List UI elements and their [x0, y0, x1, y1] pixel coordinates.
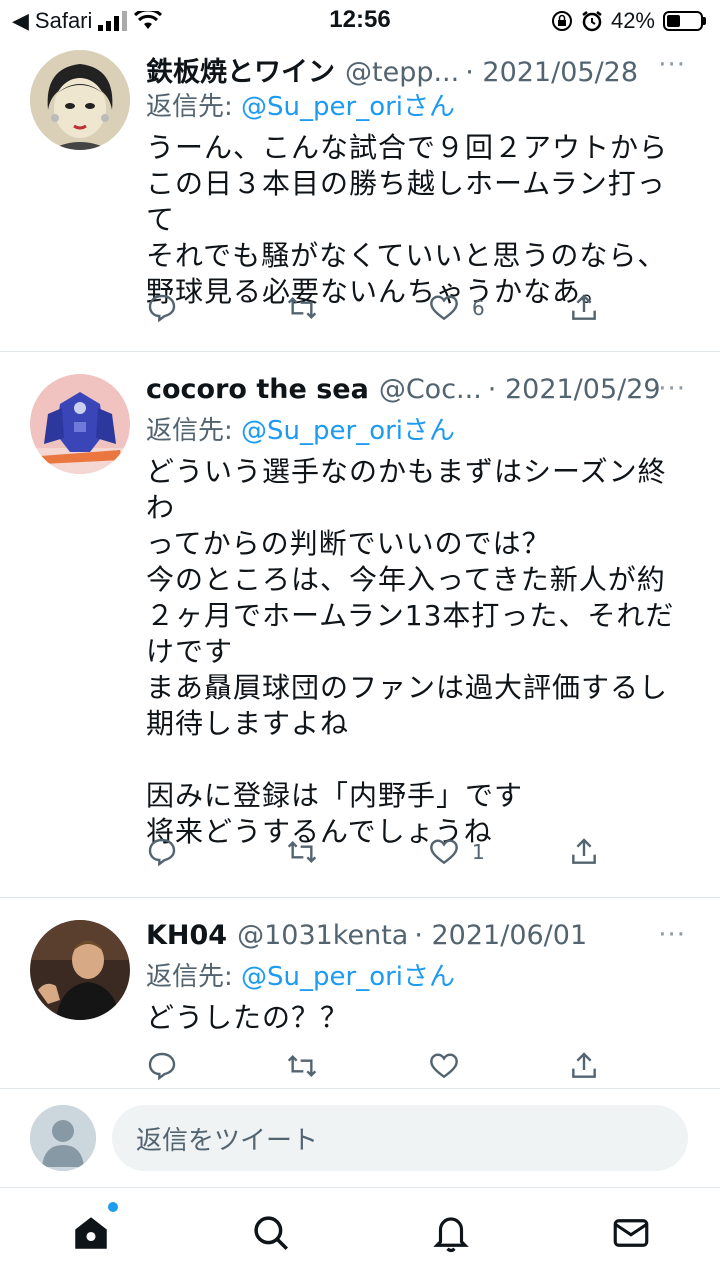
- reply-button[interactable]: [146, 836, 178, 868]
- tweet-date[interactable]: · 2021/05/28: [465, 57, 638, 88]
- reply-mention-link[interactable]: @Su_per_oriさん: [241, 92, 455, 122]
- status-bar: ◀ Safari 12:56 42%: [0, 0, 720, 40]
- reply-prefix: 返信先:: [146, 416, 242, 446]
- reply-mention-link[interactable]: @Su_per_oriさん: [241, 962, 455, 992]
- more-options-button[interactable]: ···: [658, 374, 686, 404]
- reply-icon: [148, 838, 176, 867]
- user-avatar[interactable]: [30, 1105, 96, 1171]
- author-name[interactable]: cocoro the sea: [146, 374, 369, 405]
- tab-search[interactable]: [246, 1208, 296, 1258]
- retweet-button[interactable]: [286, 1050, 318, 1082]
- more-options-button[interactable]: ···: [658, 920, 686, 950]
- battery-percent: 42%: [610, 8, 655, 33]
- heart-icon: [430, 295, 458, 321]
- share-button[interactable]: [568, 292, 600, 324]
- like-button[interactable]: [428, 1050, 472, 1082]
- reply-context: 返信先: @Su_per_oriさん: [146, 956, 455, 993]
- tweet[interactable]: KH04 @1031kenta · 2021/06/01 ··· 返信先: @S…: [0, 898, 720, 1088]
- avatar[interactable]: [30, 920, 130, 1020]
- heart-icon: [430, 839, 458, 865]
- like-count: 1: [472, 840, 485, 864]
- author-handle[interactable]: @Coc...: [379, 374, 482, 405]
- tweet-text: どうしたの？？: [146, 1001, 350, 1034]
- reply-icon: [148, 1052, 176, 1081]
- home-icon: [75, 1217, 107, 1249]
- reply-prefix: 返信先:: [146, 92, 242, 122]
- retweet-button[interactable]: [286, 836, 318, 868]
- author-name[interactable]: 鉄板焼とワイン: [146, 50, 335, 89]
- share-icon: [572, 1052, 596, 1078]
- like-button[interactable]: 1: [428, 836, 485, 868]
- reply-input[interactable]: 返信をツイート: [112, 1105, 688, 1171]
- heart-icon: [430, 1053, 458, 1079]
- robot-figure-avatar: [30, 374, 130, 474]
- author-handle[interactable]: @1031kenta: [237, 920, 408, 951]
- share-button[interactable]: [568, 1050, 600, 1082]
- tweet-date[interactable]: · 2021/05/29: [488, 374, 661, 405]
- reply-context: 返信先: @Su_per_oriさん: [146, 86, 455, 123]
- reply-prefix: 返信先:: [146, 962, 242, 992]
- like-button[interactable]: 6: [428, 292, 485, 324]
- avatar[interactable]: [30, 50, 130, 150]
- share-icon: [572, 294, 596, 320]
- reply-icon: [148, 294, 176, 323]
- tweet-text: うーん、こんな試合で９回２アウトから この日３本目の勝ち越しホームラン打って そ…: [146, 131, 669, 308]
- share-icon: [572, 838, 596, 864]
- retweet-icon: [287, 296, 317, 320]
- retweet-icon: [287, 840, 317, 864]
- retweet-icon: [287, 1054, 317, 1078]
- battery-icon: [663, 11, 703, 31]
- reply-composer: 返信をツイート: [0, 1088, 720, 1188]
- tweet-text: どういう選手なのかもまずはシーズン終わ ってからの判断でいいのでは？ 今のところ…: [146, 455, 675, 848]
- alarm-icon: [582, 11, 602, 32]
- tweet[interactable]: 鉄板焼とワイン @tepp... · 2021/05/28 ··· 返信先: @…: [0, 40, 720, 352]
- tab-messages[interactable]: [606, 1208, 656, 1258]
- notification-dot: [108, 1202, 118, 1212]
- default-profile-icon: [30, 1105, 96, 1171]
- reply-button[interactable]: [146, 292, 178, 324]
- mail-icon: [613, 1219, 649, 1247]
- more-options-button[interactable]: ···: [658, 50, 686, 80]
- share-button[interactable]: [568, 836, 600, 868]
- tab-notifications[interactable]: [426, 1208, 476, 1258]
- avatar[interactable]: [30, 374, 130, 474]
- reply-button[interactable]: [146, 1050, 178, 1082]
- tweet[interactable]: cocoro the sea @Coc... · 2021/05/29 ··· …: [0, 352, 720, 897]
- like-count: 6: [472, 296, 485, 320]
- tweet-date[interactable]: · 2021/06/01: [414, 920, 587, 951]
- tab-bar: [0, 1188, 720, 1280]
- retweet-button[interactable]: [286, 292, 318, 324]
- bell-icon: [433, 1217, 469, 1253]
- illustrated-woman-avatar: [30, 50, 130, 150]
- orientation-lock-icon: [551, 11, 572, 31]
- tab-home[interactable]: [66, 1202, 118, 1258]
- reply-context: 返信先: @Su_per_oriさん: [146, 410, 455, 447]
- photo-person-avatar: [30, 920, 130, 1020]
- author-name[interactable]: KH04: [146, 920, 227, 951]
- search-icon: [254, 1216, 288, 1250]
- reply-mention-link[interactable]: @Su_per_oriさん: [241, 416, 455, 446]
- author-handle[interactable]: @tepp...: [345, 57, 459, 88]
